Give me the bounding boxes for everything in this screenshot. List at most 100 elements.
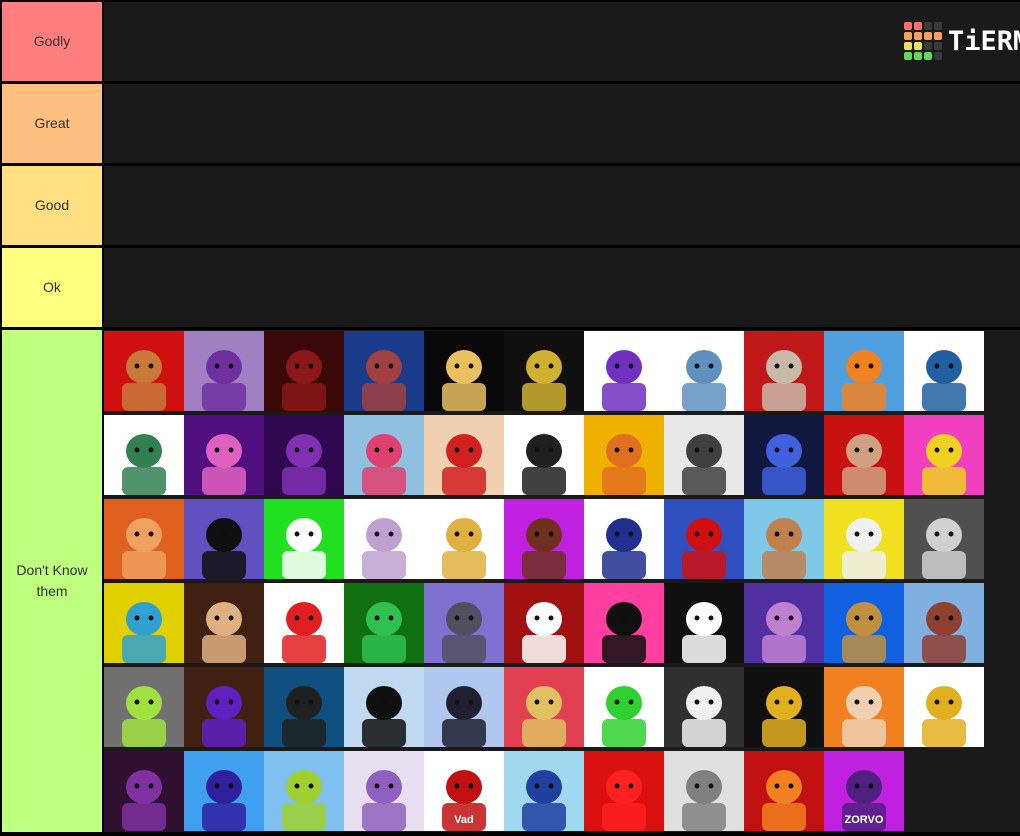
tier-item-spinning-red-dots-avatar[interactable] (264, 331, 344, 411)
tier-item-grey-gold-hat-avatar[interactable] (664, 667, 744, 747)
tier-item-cat-ears-rainbow-avatar[interactable] (824, 583, 904, 663)
logo-grid-cell (904, 32, 912, 40)
tier-item-closeup-hat-avatar[interactable] (184, 583, 264, 663)
tier-item-orange-helmet-yellow-avatar[interactable] (904, 415, 984, 495)
avatar-image (442, 602, 486, 663)
tier-items-good[interactable] (104, 166, 1020, 245)
tier-item-mustache-beanie-avatar[interactable] (744, 331, 824, 411)
tier-item-red-suit-sitting-avatar[interactable] (904, 583, 984, 663)
tier-item-red-hat-bird-avatar[interactable] (104, 331, 184, 411)
avatar-image (362, 434, 406, 495)
tier-item-purple-hoodie-headphones-avatar[interactable] (184, 331, 264, 411)
tier-item-green-hair-hood-avatar[interactable] (104, 667, 184, 747)
tier-item-stacked-noob-tower-avatar[interactable] (504, 331, 584, 411)
tier-item-pink-hair-purple-avatar[interactable] (184, 415, 264, 495)
tier-item-green-cap-avatar[interactable] (264, 499, 344, 579)
avatar-image (282, 602, 326, 663)
logo-grid-cell (934, 52, 942, 60)
avatar-image (602, 434, 646, 495)
tier-item-black-hoodie-smoke-avatar[interactable] (184, 499, 264, 579)
tier-item-dark-sword-avatar[interactable] (264, 667, 344, 747)
avatar-image (202, 518, 246, 579)
tier-item-blue-parka-goggles-avatar[interactable] (744, 415, 824, 495)
tier-item-orange-wings-anime-avatar[interactable] (104, 499, 184, 579)
tier-item-guest-cap-avatar[interactable] (664, 583, 744, 663)
avatar-image (602, 602, 646, 663)
avatar-image (842, 350, 886, 411)
avatar-image (922, 602, 966, 663)
tier-item-blurred-blue-avatar[interactable] (664, 331, 744, 411)
tier-item-pink-fedora-avatar[interactable] (504, 667, 584, 747)
tier-label-great[interactable]: Great (2, 84, 102, 163)
tier-item-red-cap-item-avatar[interactable] (264, 583, 344, 663)
tier-item-infinity-gauntlet-avatar[interactable] (184, 751, 264, 831)
avatar-image (522, 602, 566, 663)
tier-item-purple-cat-witch-avatar[interactable] (104, 751, 184, 831)
tier-item-red-hood-frown-avatar[interactable] (504, 583, 584, 663)
tier-item-purple-hood-ears-avatar[interactable] (264, 415, 344, 495)
avatar-image (762, 770, 806, 831)
tier-item-green-hair-drawing-avatar[interactable] (104, 415, 184, 495)
avatar-image (442, 518, 486, 579)
tier-item-golden-hood-circle-avatar[interactable] (904, 667, 984, 747)
tier-item-yellow-hat-coat-avatar[interactable] (424, 331, 504, 411)
tier-item-green-yellow-noob-avatar[interactable] (264, 751, 344, 831)
tier-item-blue-beanie-drawing-avatar[interactable] (904, 331, 984, 411)
tier-item-galaxy-purple-avatar[interactable] (744, 583, 824, 663)
tier-item-grey-m-shirt-avatar[interactable] (904, 499, 984, 579)
tier-item-antler-goggles-avatar[interactable] (344, 667, 424, 747)
tier-item-purple-curly-hair-avatar[interactable] (344, 751, 424, 831)
tier-items-ok[interactable] (104, 248, 1020, 327)
tier-item-fizzy-lol-avatar[interactable] (664, 415, 744, 495)
avatar-image (362, 686, 406, 747)
tier-item-zorvo-antler-avatar[interactable]: ZORVO (824, 751, 904, 831)
tier-item-antler-blond-anime-avatar[interactable] (424, 499, 504, 579)
tier-item-blue-hair-headphones-avatar[interactable] (504, 751, 584, 831)
tier-item-green-top-hat-logo-avatar[interactable] (344, 583, 424, 663)
tier-item-green-shirt-medallion-avatar[interactable] (584, 667, 664, 747)
tier-label-godly[interactable]: Godly (2, 2, 102, 81)
tier-item-blue-hood-skull-avatar[interactable] (584, 499, 664, 579)
tier-item-grinning-head-avatar[interactable] (744, 499, 824, 579)
avatar-image (122, 770, 166, 831)
tier-item-rice-hat-sketch-avatar[interactable] (664, 751, 744, 831)
tier-item-red-hair-goggles-avatar[interactable] (824, 415, 904, 495)
tier-item-blue-cape-runner-avatar[interactable] (424, 667, 504, 747)
tier-label-ok[interactable]: Ok (2, 248, 102, 327)
avatar-image (682, 686, 726, 747)
tier-item-orange-blond-avatar[interactable] (584, 415, 664, 495)
tier-item-mask-red-hat-avatar[interactable] (424, 415, 504, 495)
tier-item-orange-shirt-hands-avatar[interactable] (744, 751, 824, 831)
avatar-image (922, 686, 966, 747)
tier-items-great[interactable] (104, 84, 1020, 163)
tier-item-red-hoodie-spiky-avatar[interactable] (664, 499, 744, 579)
tier-item-yellow-blond-avatar[interactable] (824, 499, 904, 579)
avatar-image (362, 518, 406, 579)
tier-item-red-headphones-avatar[interactable] (584, 751, 664, 831)
tier-label-good[interactable]: Good (2, 166, 102, 245)
tier-item-blue-hair-lego-avatar[interactable] (104, 583, 184, 663)
avatar-image (682, 602, 726, 663)
avatar-image (282, 518, 326, 579)
tier-item-anime-girls-avatar[interactable] (824, 667, 904, 747)
tier-row-godly: Godly TiERMAKER (0, 2, 1020, 81)
tier-item-snowflake-wolf-avatar[interactable] (344, 331, 424, 411)
logo-grid-cell (924, 22, 932, 30)
tier-items-dont-know[interactable]: Vad ZORVO (104, 330, 1020, 832)
avatar-image (282, 686, 326, 747)
tier-item-vad-text-avatar[interactable]: Vad (424, 751, 504, 831)
tier-item-pink-smiley-avatar[interactable] (584, 583, 664, 663)
avatar-image (202, 686, 246, 747)
tier-item-purple-scarf-shades-avatar[interactable] (184, 667, 264, 747)
tier-item-purple-hair-antlers-avatar[interactable] (584, 331, 664, 411)
tier-item-orange-top-hat-avatar[interactable] (824, 331, 904, 411)
tier-label-dont-know[interactable]: Don't Know them (2, 330, 102, 832)
tier-item-sketch-lounging-avatar[interactable] (504, 415, 584, 495)
avatar-image (522, 518, 566, 579)
tier-items-godly[interactable]: TiERMAKER (104, 2, 1020, 81)
tier-item-pirate-hat-sketch-avatar[interactable] (344, 499, 424, 579)
tier-item-purple-goblin-avatar[interactable] (504, 499, 584, 579)
tier-item-antler-grey-avatar[interactable] (424, 583, 504, 663)
tier-item-pink-spiky-hair-avatar[interactable] (344, 415, 424, 495)
tier-item-dark-goggles-hat-avatar[interactable] (744, 667, 824, 747)
